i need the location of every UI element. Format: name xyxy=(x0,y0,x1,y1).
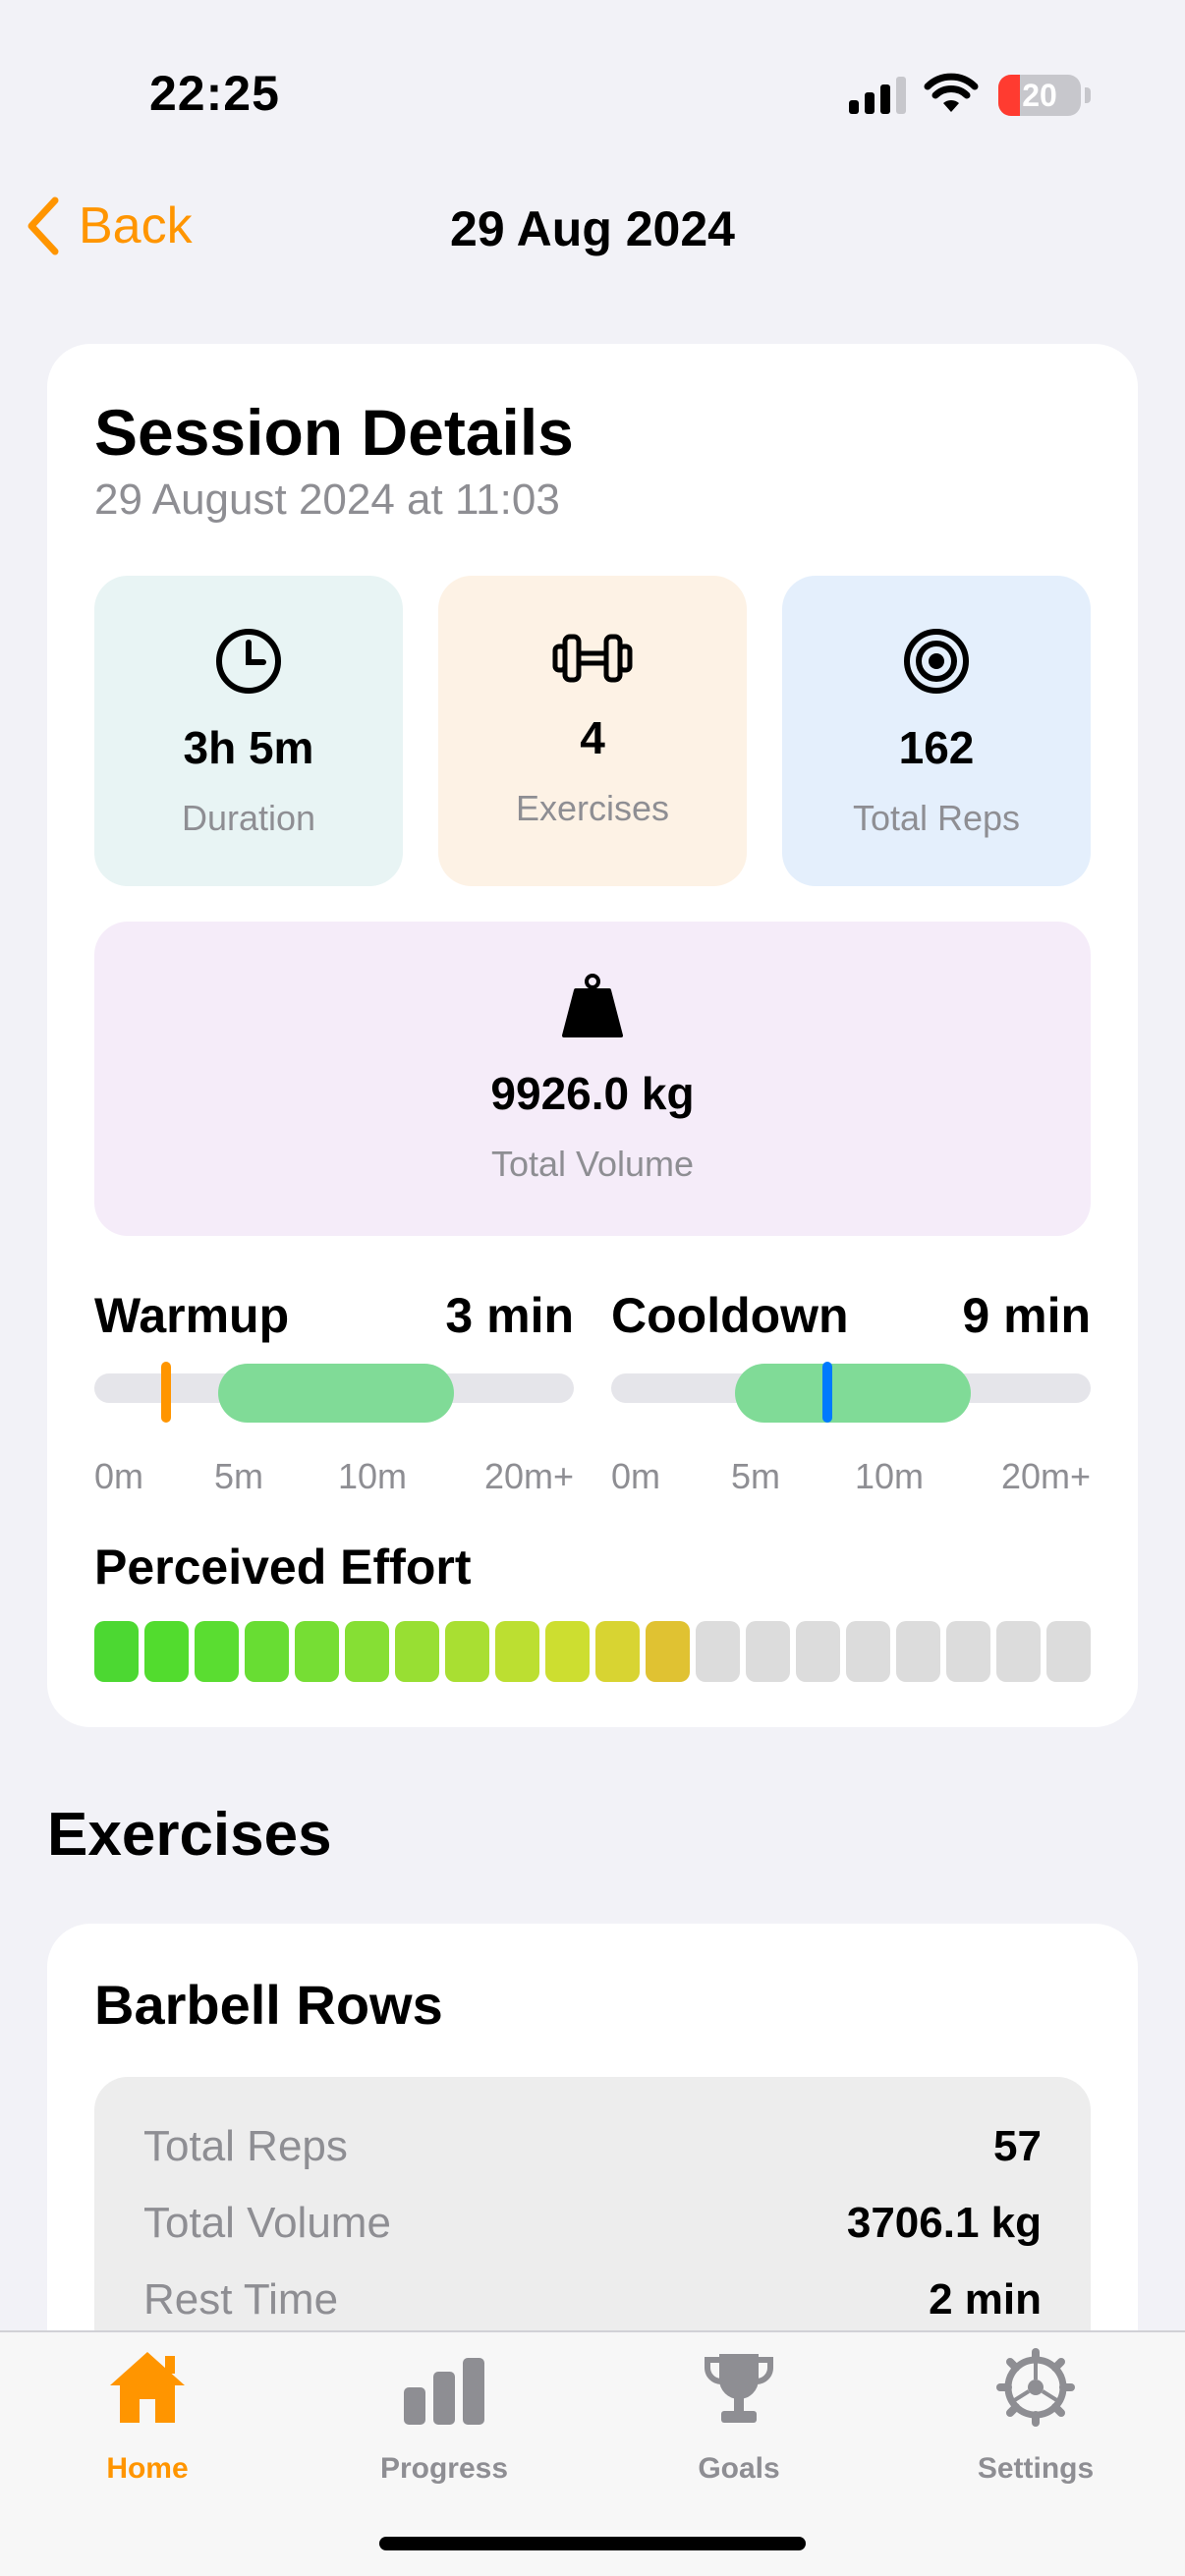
warmup-range: Warmup 3 min 0m 5m 10m 20m+ xyxy=(94,1287,574,1496)
cooldown-recommended-range xyxy=(735,1364,971,1423)
cooldown-value: 9 min xyxy=(962,1288,1091,1343)
battery-icon: 20 xyxy=(998,75,1081,116)
cooldown-tick-3: 20m+ xyxy=(1000,1456,1091,1496)
home-icon xyxy=(0,2348,295,2427)
exercises-section-title: Exercises xyxy=(47,1801,332,1869)
duration-label: Duration xyxy=(181,798,316,838)
warmup-ticks: 0m 5m 10m 20m+ xyxy=(94,1456,574,1496)
effort-segment xyxy=(195,1621,239,1682)
effort-segment xyxy=(746,1621,790,1682)
session-details-card: Session Details 29 August 2024 at 11:03 … xyxy=(47,344,1138,1727)
stat-label: Total Volume xyxy=(143,2199,391,2247)
cooldown-tick-2: 10m xyxy=(855,1456,925,1496)
tab-label: Settings xyxy=(977,2452,1095,2485)
effort-segment xyxy=(796,1621,840,1682)
tab-label: Goals xyxy=(698,2452,780,2485)
battery-level: 20 xyxy=(1022,78,1057,113)
clock-icon xyxy=(94,627,403,696)
dumbbell-icon xyxy=(438,631,747,686)
cooldown-tick-0: 0m xyxy=(611,1456,661,1496)
warmup-recommended-range xyxy=(218,1364,454,1423)
duration-tile: 3h 5m Duration xyxy=(94,576,403,886)
cellular-signal-icon xyxy=(849,77,906,114)
effort-segment xyxy=(996,1621,1041,1682)
status-bar: 22:25 20 xyxy=(0,0,1185,187)
warmup-tick-0: 0m xyxy=(94,1456,144,1496)
tab-label: Home xyxy=(106,2452,189,2485)
effort-segment xyxy=(94,1621,139,1682)
warmup-actual-marker xyxy=(161,1362,172,1423)
total-reps-tile: 162 Total Reps xyxy=(782,576,1091,886)
effort-segment xyxy=(846,1621,890,1682)
exercises-tile: 4 Exercises xyxy=(438,576,747,886)
exercises-label: Exercises xyxy=(515,788,670,828)
total-volume-tile: 9926.0 kg Total Volume xyxy=(94,922,1091,1236)
perceived-effort-label: Perceived Effort xyxy=(94,1540,472,1595)
stat-value: 3706.1 kg xyxy=(846,2199,1042,2247)
stat-row-total-volume: Total Volume 3706.1 kg xyxy=(143,2199,1042,2258)
tab-home[interactable]: Home xyxy=(0,2348,295,2505)
warmup-label: Warmup xyxy=(94,1288,290,1343)
effort-segment xyxy=(445,1621,489,1682)
warmup-value: 3 min xyxy=(445,1288,574,1343)
home-indicator xyxy=(379,2537,806,2550)
cooldown-label: Cooldown xyxy=(611,1288,849,1343)
effort-segment xyxy=(295,1621,339,1682)
wifi-icon xyxy=(924,73,979,112)
session-date: 29 August 2024 at 11:03 xyxy=(94,476,560,524)
bar-chart-icon xyxy=(297,2348,592,2427)
stat-row-rest-time: Rest Time 2 min xyxy=(143,2275,1042,2334)
warmup-tick-3: 20m+ xyxy=(483,1456,574,1496)
perceived-effort-meter xyxy=(94,1621,1091,1682)
effort-segment xyxy=(946,1621,990,1682)
effort-segment xyxy=(495,1621,539,1682)
effort-segment xyxy=(646,1621,690,1682)
effort-segment xyxy=(144,1621,189,1682)
total-reps-value: 162 xyxy=(898,722,975,773)
effort-segment xyxy=(1046,1621,1091,1682)
effort-segment xyxy=(595,1621,640,1682)
total-volume-value: 9926.0 kg xyxy=(490,1068,695,1119)
duration-value: 3h 5m xyxy=(183,722,314,773)
stat-value: 57 xyxy=(993,2122,1042,2170)
navigation-bar: Back 29 Aug 2024 xyxy=(0,187,1185,275)
battery-cap xyxy=(1085,87,1091,103)
target-icon xyxy=(782,627,1091,696)
stat-value: 2 min xyxy=(929,2275,1042,2324)
stat-label: Total Reps xyxy=(143,2122,348,2170)
status-time: 22:25 xyxy=(149,66,280,121)
tab-progress[interactable]: Progress xyxy=(297,2348,592,2505)
gear-icon xyxy=(888,2348,1183,2427)
effort-segment xyxy=(896,1621,940,1682)
effort-segment xyxy=(345,1621,389,1682)
cooldown-tick-1: 5m xyxy=(731,1456,781,1496)
cooldown-range: Cooldown 9 min 0m 5m 10m 20m+ xyxy=(611,1287,1091,1496)
page-title: 29 Aug 2024 xyxy=(450,201,735,256)
effort-segment xyxy=(245,1621,289,1682)
effort-segment xyxy=(696,1621,740,1682)
cooldown-actual-marker xyxy=(821,1362,832,1423)
total-reps-label: Total Reps xyxy=(852,798,1021,838)
warmup-tick-1: 5m xyxy=(214,1456,264,1496)
stat-row-total-reps: Total Reps 57 xyxy=(143,2122,1042,2181)
tab-settings[interactable]: Settings xyxy=(888,2348,1183,2505)
total-volume-label: Total Volume xyxy=(490,1144,695,1184)
session-title: Session Details xyxy=(94,396,574,469)
effort-segment xyxy=(395,1621,439,1682)
trophy-icon xyxy=(592,2348,886,2427)
tab-label: Progress xyxy=(379,2452,509,2485)
exercise-name: Barbell Rows xyxy=(94,1974,443,2036)
stat-label: Rest Time xyxy=(143,2275,339,2324)
effort-segment xyxy=(545,1621,590,1682)
exercises-value: 4 xyxy=(580,712,605,763)
cooldown-ticks: 0m 5m 10m 20m+ xyxy=(611,1456,1091,1496)
tab-goals[interactable]: Goals xyxy=(592,2348,886,2505)
weight-icon xyxy=(94,973,1091,1041)
warmup-tick-2: 10m xyxy=(338,1456,408,1496)
